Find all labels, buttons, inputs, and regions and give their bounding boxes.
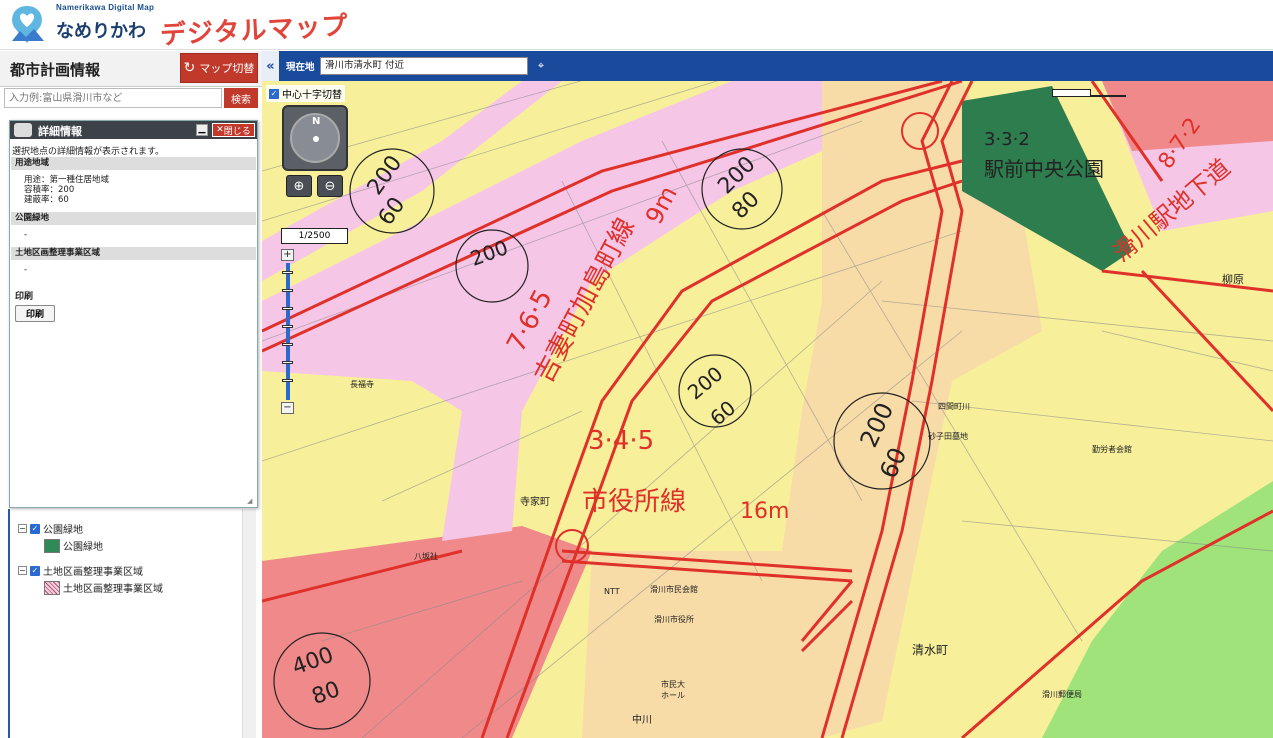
tree-label: 公園緑地 bbox=[43, 525, 83, 536]
section-body-readjustment: - bbox=[24, 265, 28, 275]
layer-tree: − ✓ 公園緑地 公園緑地 − ✓ 土地区画整理事業区域 土地区画整理事業区域 bbox=[8, 509, 258, 738]
panel-title: 都市計画情報 bbox=[10, 61, 101, 79]
legend-swatch bbox=[44, 538, 60, 553]
pan-dial[interactable]: N bbox=[290, 113, 340, 163]
zoning-bcr: 建蔽率：60 bbox=[24, 195, 69, 205]
section-head-park: 公園緑地 bbox=[11, 212, 256, 225]
panel-header: 都市計画情報 ↻ マップ切替 bbox=[0, 51, 262, 87]
close-button[interactable]: ✕ 閉じる bbox=[212, 123, 255, 137]
tree-label: 土地区画整理事業区域 bbox=[43, 567, 143, 578]
crosshair-checkbox[interactable]: ✓ bbox=[269, 88, 279, 99]
zoning-map-layer bbox=[262, 81, 1273, 738]
zoom-tick[interactable] bbox=[282, 307, 293, 310]
pan-center-dot[interactable] bbox=[313, 136, 319, 142]
section-head-readjustment: 土地区画整理事業区域 bbox=[11, 247, 256, 260]
pan-control[interactable]: N bbox=[282, 105, 348, 171]
crosshair-label: 中心十字切替 bbox=[282, 90, 342, 101]
zoning-use: 用途：第一種住居地域 bbox=[24, 175, 110, 185]
tree-item-readjustment-legend: 土地区画整理事業区域 bbox=[44, 580, 163, 595]
checkbox-readjustment[interactable]: ✓ bbox=[30, 565, 40, 576]
minimize-button[interactable]: ▁ bbox=[196, 124, 208, 136]
section-body-zoning: 用途：第一種住居地域 容積率：200 建蔽率：60 bbox=[24, 175, 109, 205]
place-label: NTT bbox=[604, 587, 620, 596]
zoom-tick[interactable] bbox=[282, 289, 293, 292]
refresh-icon: ↻ bbox=[183, 60, 196, 76]
legend-swatch bbox=[44, 580, 60, 595]
place-label: 柳原 bbox=[1222, 273, 1244, 286]
close-icon: ✕ bbox=[216, 125, 224, 135]
location-field[interactable]: 滑川市清水町 付近 bbox=[320, 57, 528, 75]
tree-scrollbar[interactable] bbox=[242, 509, 256, 738]
print-button[interactable]: 印刷 bbox=[15, 305, 55, 322]
zoom-plus-button[interactable]: + bbox=[281, 249, 294, 261]
logo-title: デジタルマップ bbox=[159, 11, 350, 51]
map-switch-label: マップ切替 bbox=[199, 62, 255, 75]
place-label: 滑川郵便局 bbox=[1042, 690, 1082, 699]
logo-name: なめりかわ bbox=[56, 21, 146, 42]
map-canvas[interactable]: 200 60 200 80 200 200 60 200 60 400 80 9… bbox=[262, 81, 1273, 738]
zoom-minus-button[interactable]: − bbox=[281, 402, 294, 414]
detail-title: 詳細情報 bbox=[38, 125, 82, 138]
resize-handle-icon[interactable]: ◢ bbox=[247, 497, 255, 505]
zoom-tick[interactable] bbox=[282, 343, 293, 346]
section-body-park: - bbox=[24, 230, 28, 240]
zoning-far: 容積率：200 bbox=[24, 185, 75, 195]
tree-label: 土地区画整理事業区域 bbox=[63, 584, 163, 595]
zoom-slider[interactable]: + − bbox=[281, 249, 295, 414]
place-label: 砂子田墓地 bbox=[928, 432, 968, 441]
park-name-label: 駅前中央公園 bbox=[984, 157, 1104, 181]
route-width-label: 16m bbox=[740, 499, 790, 524]
tree-label: 公園緑地 bbox=[63, 542, 103, 553]
location-label: 現在地 bbox=[286, 62, 315, 73]
locate-target-icon[interactable]: ⌖ bbox=[534, 59, 548, 73]
logo-icon bbox=[12, 6, 44, 43]
tree-item-park[interactable]: − ✓ 公園緑地 bbox=[18, 521, 83, 536]
search-input[interactable] bbox=[4, 88, 222, 108]
place-label: 八坂社 bbox=[414, 552, 438, 561]
info-card-icon bbox=[14, 123, 32, 137]
location-bar: « 現在地 滑川市清水町 付近 ⌖ bbox=[262, 51, 1273, 81]
map-switch-button[interactable]: ↻ マップ切替 bbox=[180, 53, 258, 83]
detail-info-window: 詳細情報 ▁ ✕ 閉じる 選択地点の詳細情報が表示されます。 用途地域 用途：第… bbox=[9, 120, 258, 508]
zoom-tick[interactable] bbox=[282, 325, 293, 328]
scale-bar bbox=[1052, 89, 1126, 97]
detail-description: 選択地点の詳細情報が表示されます。 bbox=[12, 147, 165, 157]
place-label: 中川 bbox=[632, 715, 652, 726]
place-label: 滑川市民会館 bbox=[650, 585, 698, 594]
search-row: 検索 bbox=[4, 88, 258, 108]
collapse-panel-button[interactable]: « bbox=[262, 51, 279, 81]
north-indicator: N bbox=[312, 116, 321, 127]
section-head-zoning: 用途地域 bbox=[11, 157, 256, 170]
place-label: 四間町川 bbox=[938, 402, 970, 411]
close-label: 閉じる bbox=[223, 126, 251, 137]
crosshair-toggle[interactable]: ✓ 中心十字切替 bbox=[266, 85, 345, 102]
park-id-label: 3·3·2 bbox=[984, 129, 1030, 150]
collapse-icon[interactable]: − bbox=[18, 566, 27, 575]
app-root: Namerikawa Digital Map なめりかわ デジタルマップ 都市計… bbox=[0, 0, 1273, 738]
logo-subtitle: Namerikawa Digital Map bbox=[56, 3, 155, 12]
detail-header[interactable]: 詳細情報 ▁ ✕ 閉じる bbox=[10, 121, 257, 139]
place-label: 滑川市役所 bbox=[654, 615, 694, 624]
place-label: 勤労者会館 bbox=[1092, 445, 1132, 454]
search-button[interactable]: 検索 bbox=[224, 88, 258, 108]
route-name-label: 市役所線 bbox=[582, 487, 687, 517]
scale-indicator: 1/2500 bbox=[281, 228, 348, 244]
place-label: 長福寺 bbox=[350, 380, 374, 389]
route-id-label: 3·4·5 bbox=[588, 426, 655, 456]
zoom-tick[interactable] bbox=[282, 361, 293, 364]
zoom-in-magnifier-icon[interactable]: ⊕ bbox=[286, 175, 312, 197]
tree-item-park-legend: 公園緑地 bbox=[44, 538, 103, 553]
place-label: 清水町 bbox=[912, 643, 949, 657]
collapse-icon[interactable]: − bbox=[18, 524, 27, 533]
print-section-label: 印刷 bbox=[15, 292, 34, 302]
zoom-tick[interactable] bbox=[282, 271, 293, 274]
place-label: 市民大ホール bbox=[661, 680, 685, 700]
tree-item-readjustment[interactable]: − ✓ 土地区画整理事業区域 bbox=[18, 563, 143, 578]
app-header: Namerikawa Digital Map なめりかわ デジタルマップ bbox=[0, 0, 1273, 51]
place-label: 寺家町 bbox=[520, 497, 550, 508]
zoom-tick[interactable] bbox=[282, 379, 293, 382]
zoom-out-magnifier-icon[interactable]: ⊖ bbox=[317, 175, 343, 197]
checkbox-park[interactable]: ✓ bbox=[30, 523, 40, 534]
